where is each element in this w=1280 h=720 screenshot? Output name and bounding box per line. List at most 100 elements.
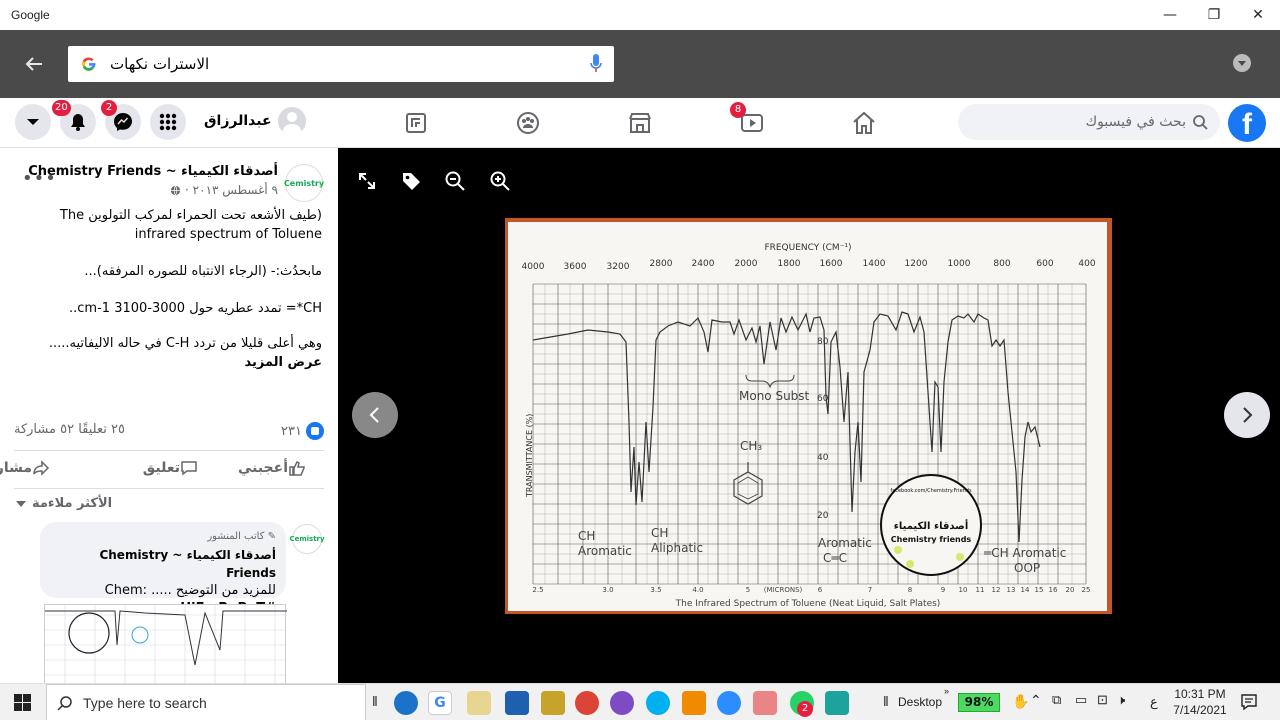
micron-tick: 7 xyxy=(868,586,872,594)
comment-line-1: للمزيد من التوضيح ..... :Chem xyxy=(104,583,276,598)
ir-spectrum-image: FREQUENCY (CM⁻¹) 4000 3600 3200 2800 240… xyxy=(522,243,1096,609)
like-button[interactable]: أعجبني xyxy=(238,460,306,476)
freq-tick: 400 xyxy=(1078,259,1095,269)
minimize-button[interactable]: — xyxy=(1148,0,1192,30)
marketplace-icon[interactable] xyxy=(627,110,653,136)
comment-author[interactable]: أصدقاء الكيمياء ~ Chemistry Friends xyxy=(50,546,276,582)
battery-tray-icon[interactable]: ▭ xyxy=(1075,692,1087,708)
post-date[interactable]: ٩ أغسطس ٢٠١٣ · xyxy=(170,183,278,197)
micron-tick: 8 xyxy=(908,586,912,594)
viber-icon[interactable] xyxy=(610,691,634,715)
outlook-icon[interactable] xyxy=(505,691,529,715)
tray-icon[interactable]: ⧉ xyxy=(1052,692,1061,708)
volume-icon[interactable]: 🕨 xyxy=(1117,692,1125,708)
see-more-link[interactable]: عرض المزيد xyxy=(12,353,322,372)
share-button[interactable]: مشاركة xyxy=(0,460,50,476)
notifications-center-icon[interactable] xyxy=(1240,693,1258,711)
chevron-up-icon[interactable]: ⌃ xyxy=(1030,692,1042,709)
lens-menu-icon[interactable] xyxy=(1233,54,1251,72)
paint-icon[interactable] xyxy=(753,691,777,715)
page-name[interactable]: أصدقاء الكيمياء ~ Chemistry Friends xyxy=(28,164,278,179)
aromatic-cc-label-2: C═C xyxy=(823,551,847,565)
freq-tick: 2400 xyxy=(692,259,715,269)
comments-shares-count[interactable]: ٢٥ تعليقًا ٥٢ مشاركة xyxy=(14,422,125,437)
micron-tick: 3.5 xyxy=(650,586,661,594)
network-icon[interactable]: ⊡ xyxy=(1097,692,1108,708)
freq-tick: 4000 xyxy=(522,262,545,272)
micron-tick: 3.0 xyxy=(602,586,613,594)
likes-count[interactable]: ٢٣١ xyxy=(281,422,324,440)
vlc-icon[interactable] xyxy=(682,691,706,715)
chevron-left-icon xyxy=(369,407,379,423)
home-icon[interactable] xyxy=(851,110,877,136)
menu-button[interactable] xyxy=(150,104,186,140)
edge-icon[interactable] xyxy=(394,691,418,715)
like-label: أعجبني xyxy=(237,460,288,476)
chevron-right-icon xyxy=(1243,407,1253,423)
micron-tick: 25 xyxy=(1082,586,1091,594)
taskbar-search-placeholder: Type here to search xyxy=(83,695,207,711)
zoom-icon[interactable] xyxy=(717,691,741,715)
freq-tick: 2000 xyxy=(735,259,758,269)
comment-sort-dropdown[interactable]: الأكثر ملاءمة xyxy=(16,496,112,511)
search-query[interactable]: الاسترات نكهات xyxy=(110,46,209,82)
back-arrow-icon[interactable] xyxy=(22,52,46,76)
post-line-4: وهي أعلى قليلا من تردد C-H في حاله الالي… xyxy=(48,336,322,351)
facebook-search-input[interactable]: بحث في فيسبوك xyxy=(958,104,1220,140)
post-date-text: ٩ أغسطس ٢٠١٣ · xyxy=(185,183,278,197)
comment-button[interactable]: تعليق xyxy=(143,460,198,476)
tag-icon[interactable] xyxy=(400,170,422,192)
chrome-icon[interactable] xyxy=(575,691,599,715)
input-language[interactable]: ع xyxy=(1150,694,1158,710)
stamp-english: Chemistry friends xyxy=(891,535,972,544)
freq-tick: 3200 xyxy=(607,262,630,272)
page-avatar[interactable]: Cemistry xyxy=(284,164,324,202)
caret-down-icon xyxy=(27,119,39,125)
next-photo-button[interactable] xyxy=(1224,392,1270,438)
micron-tick: 12 xyxy=(992,586,1001,594)
comment-bubble: ✎ كاتب المنشور أصدقاء الكيمياء ~ Chemist… xyxy=(40,522,286,616)
post-panel: Cemistry أصدقاء الكيمياء ~ Chemistry Fri… xyxy=(0,148,338,683)
system-clock[interactable]: 10:31 PM 7/14/2021 xyxy=(1172,686,1228,718)
micron-tick: 5 xyxy=(746,586,750,594)
taskbar-search-box[interactable]: Type here to search xyxy=(46,684,366,720)
spectrum-photo: FREQUENCY (CM⁻¹) 4000 3600 3200 2800 240… xyxy=(505,218,1112,614)
task-view-icon[interactable]: ‖ xyxy=(372,693,378,709)
notifications-badge: 20 xyxy=(52,100,71,116)
close-button[interactable]: ✕ xyxy=(1236,0,1280,30)
gaming-icon[interactable] xyxy=(403,110,429,136)
comment-icon xyxy=(181,461,197,476)
skype-icon[interactable] xyxy=(646,691,670,715)
zoom-in-icon[interactable] xyxy=(489,170,511,192)
post-body: (طيف الأشعه تحت الحمراء لمركب التولوين T… xyxy=(12,206,322,372)
zoom-out-icon[interactable] xyxy=(444,170,466,192)
touch-icon[interactable]: ✋ xyxy=(1012,693,1029,710)
toolbar-expand-icon[interactable]: » xyxy=(944,686,949,696)
account-button[interactable] xyxy=(15,104,51,140)
y-tick: 40 xyxy=(817,453,829,463)
battery-indicator[interactable]: 98% xyxy=(958,693,1000,712)
profile-chip[interactable]: عبدالرزاق xyxy=(204,106,306,136)
google-app-icon[interactable]: G xyxy=(428,691,452,715)
more-options-icon[interactable]: ••• xyxy=(22,168,57,189)
desktop-toolbar-label[interactable]: Desktop xyxy=(898,695,942,709)
facebook-logo-icon[interactable]: f xyxy=(1228,104,1266,142)
divider: ‖ xyxy=(883,693,889,709)
fullscreen-icon[interactable] xyxy=(356,170,378,192)
notepad-icon[interactable] xyxy=(467,691,491,715)
screen-tool-icon[interactable] xyxy=(825,691,849,715)
previous-photo-button[interactable] xyxy=(352,392,398,438)
language-tool-icon[interactable] xyxy=(541,691,565,715)
comment-avatar[interactable]: Cemistry xyxy=(289,524,325,554)
micron-tick: 10 xyxy=(959,586,968,594)
comment-image-thumbnail[interactable] xyxy=(44,604,287,683)
y-axis-label: TRANSMITTANCE (%) xyxy=(525,414,534,498)
groups-icon[interactable] xyxy=(515,110,541,136)
search-input-box[interactable]: الاسترات نكهات xyxy=(68,46,614,82)
windows-start-icon[interactable] xyxy=(14,694,31,711)
google-search-bar: الاسترات نكهات xyxy=(0,30,1280,98)
thumbs-up-icon xyxy=(289,460,305,476)
maximize-button[interactable]: ❐ xyxy=(1192,0,1236,30)
ch3-label: CH₃ xyxy=(740,439,762,453)
microphone-icon[interactable] xyxy=(588,52,604,76)
